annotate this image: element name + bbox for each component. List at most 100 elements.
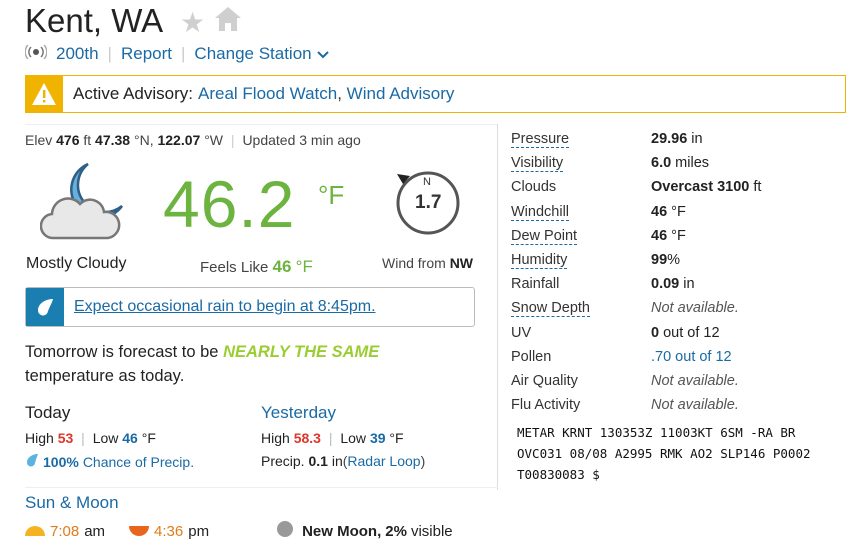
feels-like-value: 46 — [272, 257, 292, 276]
elev-label: Elev — [25, 132, 53, 148]
condition-row: Visibility 6.0 miles — [511, 155, 761, 179]
raindrop-icon — [25, 453, 39, 470]
not-available-text: Not available. — [651, 372, 739, 389]
condition-unit: °F — [671, 203, 686, 220]
page-title: Kent, WA — [25, 2, 164, 39]
condition-label[interactable]: Humidity — [511, 251, 568, 269]
condition-label[interactable]: Snow Depth — [511, 300, 590, 318]
condition-row: Clouds Overcast 3100 ft — [511, 179, 761, 203]
condition-label[interactable]: Pressure — [511, 131, 570, 148]
station-link[interactable]: 200th — [56, 44, 99, 64]
sun-moon-row: 7:08 am 4:36 pm New Moon, 2% visible — [25, 520, 453, 542]
condition-value: .70 out of 12 — [651, 349, 732, 365]
divider — [25, 124, 498, 125]
condition-label[interactable]: Windchill — [511, 203, 570, 221]
yesterday-precip: Precip. 0.1 in(Radar Loop) — [261, 453, 425, 469]
feels-like-unit: °F — [295, 257, 313, 276]
advisory-link-wind-advisory[interactable]: Wind Advisory — [347, 84, 455, 104]
condition-label-cell: Pressure — [511, 131, 651, 148]
pollen-link[interactable]: .70 out of 12 — [651, 349, 732, 365]
yesterday-low-label: Low — [340, 430, 367, 446]
wind-direction-letter: N — [423, 176, 431, 188]
condition-unit: °F — [671, 227, 686, 244]
rain-alert-link[interactable]: Expect occasional rain to begin at 8:45p… — [74, 298, 376, 316]
condition-row: Pollen .70 out of 12 — [511, 349, 761, 373]
today-title: Today — [25, 403, 71, 422]
condition-label-cell: Pollen — [511, 349, 651, 365]
condition-number: 46 — [651, 227, 668, 244]
radar-loop-link[interactable]: Radar Loop — [347, 453, 420, 469]
advisory-label: Active Advisory: — [73, 84, 193, 103]
sun-moon-link[interactable]: Sun & Moon — [25, 493, 119, 513]
condition-value: Overcast 3100 ft — [651, 179, 761, 195]
today-low-label: Low — [92, 430, 119, 446]
home-icon[interactable] — [214, 6, 242, 37]
condition-row: Rainfall 0.09 in — [511, 276, 761, 300]
chevron-down-icon[interactable] — [316, 44, 329, 64]
condition-row: Air Quality Not available. — [511, 373, 761, 397]
condition-label: Rainfall — [511, 276, 560, 293]
condition-value: Not available. — [651, 300, 739, 316]
condition-number: 99 — [651, 251, 668, 268]
condition-label[interactable]: Visibility — [511, 155, 564, 173]
sunrise-icon — [25, 523, 45, 540]
condition-label: Clouds — [511, 179, 557, 196]
today-low: 46 — [122, 430, 138, 446]
moon-phase: New Moon, — [302, 522, 382, 540]
current-temperature: 46.2 — [163, 167, 296, 241]
condition-value: 0 out of 12 — [651, 325, 720, 341]
condition-label-cell: Windchill — [511, 203, 651, 221]
not-available-text: Not available. — [651, 300, 739, 317]
lat-unit: °N, — [133, 132, 154, 148]
condition-unit: out of 12 — [663, 324, 720, 341]
condition-label-cell: UV — [511, 325, 651, 341]
condition-label-cell: Air Quality — [511, 373, 651, 389]
condition-value: 99% — [651, 252, 680, 268]
report-link[interactable]: Report — [121, 44, 172, 64]
condition-number: 0 — [651, 324, 660, 341]
condition-value: Not available. — [651, 397, 739, 413]
tomorrow-prefix: Tomorrow is forecast to be — [25, 343, 219, 361]
condition-value: 29.96 in — [651, 131, 703, 147]
nav-separator: | — [181, 44, 186, 63]
divider — [25, 487, 498, 488]
precip-label: Chance of Precip. — [82, 453, 195, 470]
favorite-star-icon[interactable]: ★ — [180, 6, 205, 39]
condition-unit: in — [683, 276, 695, 293]
condition-row: Windchill 46 °F — [511, 203, 761, 228]
advisory-link-flood-watch[interactable]: Areal Flood Watch — [198, 84, 337, 104]
condition-label-cell: Clouds — [511, 179, 651, 195]
condition-number: 6.0 — [651, 155, 672, 172]
yesterday-precip-label: Precip. — [261, 453, 305, 469]
today-precip[interactable]: 100% Chance of Precip. — [25, 453, 194, 470]
condition-value: 46 °F — [651, 228, 686, 244]
elev-value: 476 — [56, 132, 80, 148]
station-nav: 200th | Report | Change Station — [24, 44, 329, 64]
yesterday-unit: °F — [389, 430, 404, 446]
yesterday-high: 58.3 — [293, 430, 321, 446]
feels-like: Feels Like 46 °F — [200, 257, 313, 277]
latitude: 47.38 — [95, 132, 131, 148]
condition-label[interactable]: Dew Point — [511, 227, 578, 245]
condition-text: Mostly Cloudy — [26, 255, 127, 272]
condition-number: Overcast 3100 — [651, 179, 750, 196]
station-signal-icon — [24, 44, 48, 64]
moon-visible-suffix: visible — [410, 522, 453, 540]
condition-label: Air Quality — [511, 372, 578, 389]
condition-label: Flu Activity — [511, 397, 581, 414]
temperature-unit: °F — [318, 180, 345, 210]
condition-label-cell: Dew Point — [511, 227, 651, 245]
condition-label: Pollen — [511, 348, 552, 365]
separator: | — [81, 430, 85, 446]
elev-unit: ft — [83, 132, 92, 148]
sunrise-time: 7:08 — [50, 522, 80, 540]
yesterday-link[interactable]: Yesterday — [261, 403, 336, 423]
info-separator: | — [230, 132, 235, 148]
change-station-link[interactable]: Change Station — [194, 44, 311, 64]
feels-like-label: Feels Like — [200, 259, 269, 276]
condition-unit: in — [691, 131, 703, 147]
warning-icon — [25, 75, 63, 113]
condition-value: 46 °F — [651, 204, 686, 220]
sunrise-suffix: am — [84, 522, 106, 540]
yesterday-high-label: High — [261, 430, 290, 446]
